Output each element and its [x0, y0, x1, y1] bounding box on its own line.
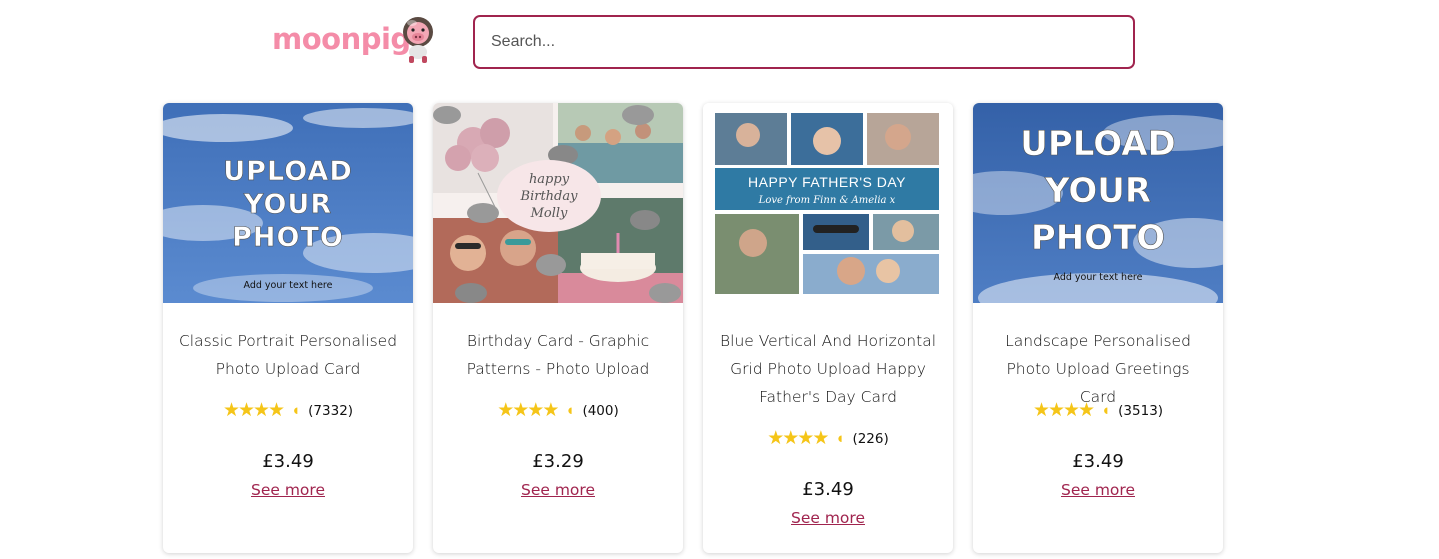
image-headline-line-3: Molly — [530, 206, 568, 221]
product-title[interactable]: Landscape Personalised Photo Upload Gree… — [987, 327, 1209, 411]
rating: ★★★★ ◖ (226) — [703, 429, 953, 448]
review-count: (226) — [852, 430, 889, 447]
see-more-link[interactable]: See more — [973, 481, 1223, 499]
image-headline-line-2: YOUR — [1044, 171, 1151, 211]
price: £3.29 — [532, 451, 584, 472]
price: £3.49 — [1072, 451, 1124, 472]
star-rating-icon: ★★★★ ◖ — [497, 400, 575, 421]
product-image[interactable]: UPLOAD YOUR PHOTO Add your text here — [163, 103, 413, 303]
price: £3.49 — [802, 479, 854, 500]
star-rating-icon: ★★★★ ◖ — [222, 400, 301, 421]
see-more-link[interactable]: See more — [703, 509, 953, 527]
star-rating-icon: ★★★★ ◖ — [767, 428, 845, 449]
product-image[interactable]: HAPPY FATHER'S DAY Love from Finn & Amel… — [703, 103, 953, 303]
image-headline-line-1: HAPPY FATHER'S DAY — [748, 174, 906, 190]
image-headline-line-3: PHOTO — [232, 222, 344, 253]
search-input[interactable] — [475, 17, 1133, 67]
product-title[interactable]: Classic Portrait Personalised Photo Uplo… — [177, 327, 399, 383]
logo-text: moonpig — [272, 22, 411, 56]
star-rating-icon: ★★★★ ◖ — [1032, 400, 1111, 421]
product-card[interactable]: happy Birthday Molly Birthday Card - Gra… — [433, 103, 683, 553]
moonpig-logo[interactable]: moonpig — [272, 14, 442, 64]
see-more-link[interactable]: See more — [433, 481, 683, 499]
product-card[interactable]: HAPPY FATHER'S DAY Love from Finn & Amel… — [703, 103, 953, 553]
price: £3.49 — [262, 451, 314, 472]
review-count: (7332) — [308, 402, 354, 419]
image-headline-line-3: PHOTO — [1031, 218, 1165, 258]
image-headline-line-1: UPLOAD — [1020, 124, 1176, 164]
product-title[interactable]: Blue Vertical And Horizontal Grid Photo … — [717, 327, 939, 411]
product-card[interactable]: UPLOAD YOUR PHOTO Add your text here Cla… — [163, 103, 413, 553]
rating: ★★★★ ◖ (7332) — [163, 401, 413, 420]
product-title[interactable]: Birthday Card - Graphic Patterns - Photo… — [447, 327, 669, 383]
review-count: (400) — [582, 402, 619, 419]
review-count: (3513) — [1118, 402, 1164, 419]
image-caption: Add your text here — [1054, 272, 1143, 283]
image-headline-line-1: UPLOAD — [223, 156, 353, 187]
image-headline-line-2: YOUR — [243, 189, 332, 220]
see-more-link[interactable]: See more — [163, 481, 413, 499]
search-box[interactable] — [473, 15, 1135, 69]
image-caption: Add your text here — [244, 280, 333, 291]
product-image[interactable]: happy Birthday Molly — [433, 103, 683, 303]
product-image[interactable]: UPLOAD YOUR PHOTO Add your text here — [973, 103, 1223, 303]
rating: ★★★★ ◖ (3513) — [973, 401, 1223, 420]
rating: ★★★★ ◖ (400) — [433, 401, 683, 420]
product-card[interactable]: UPLOAD YOUR PHOTO Add your text here Lan… — [973, 103, 1223, 553]
pig-astronaut-icon — [398, 14, 438, 64]
image-headline-line-2: Birthday — [520, 189, 579, 204]
image-headline-line-2: Love from Finn & Amelia x — [758, 195, 896, 206]
image-headline-line-1: happy — [529, 172, 570, 187]
